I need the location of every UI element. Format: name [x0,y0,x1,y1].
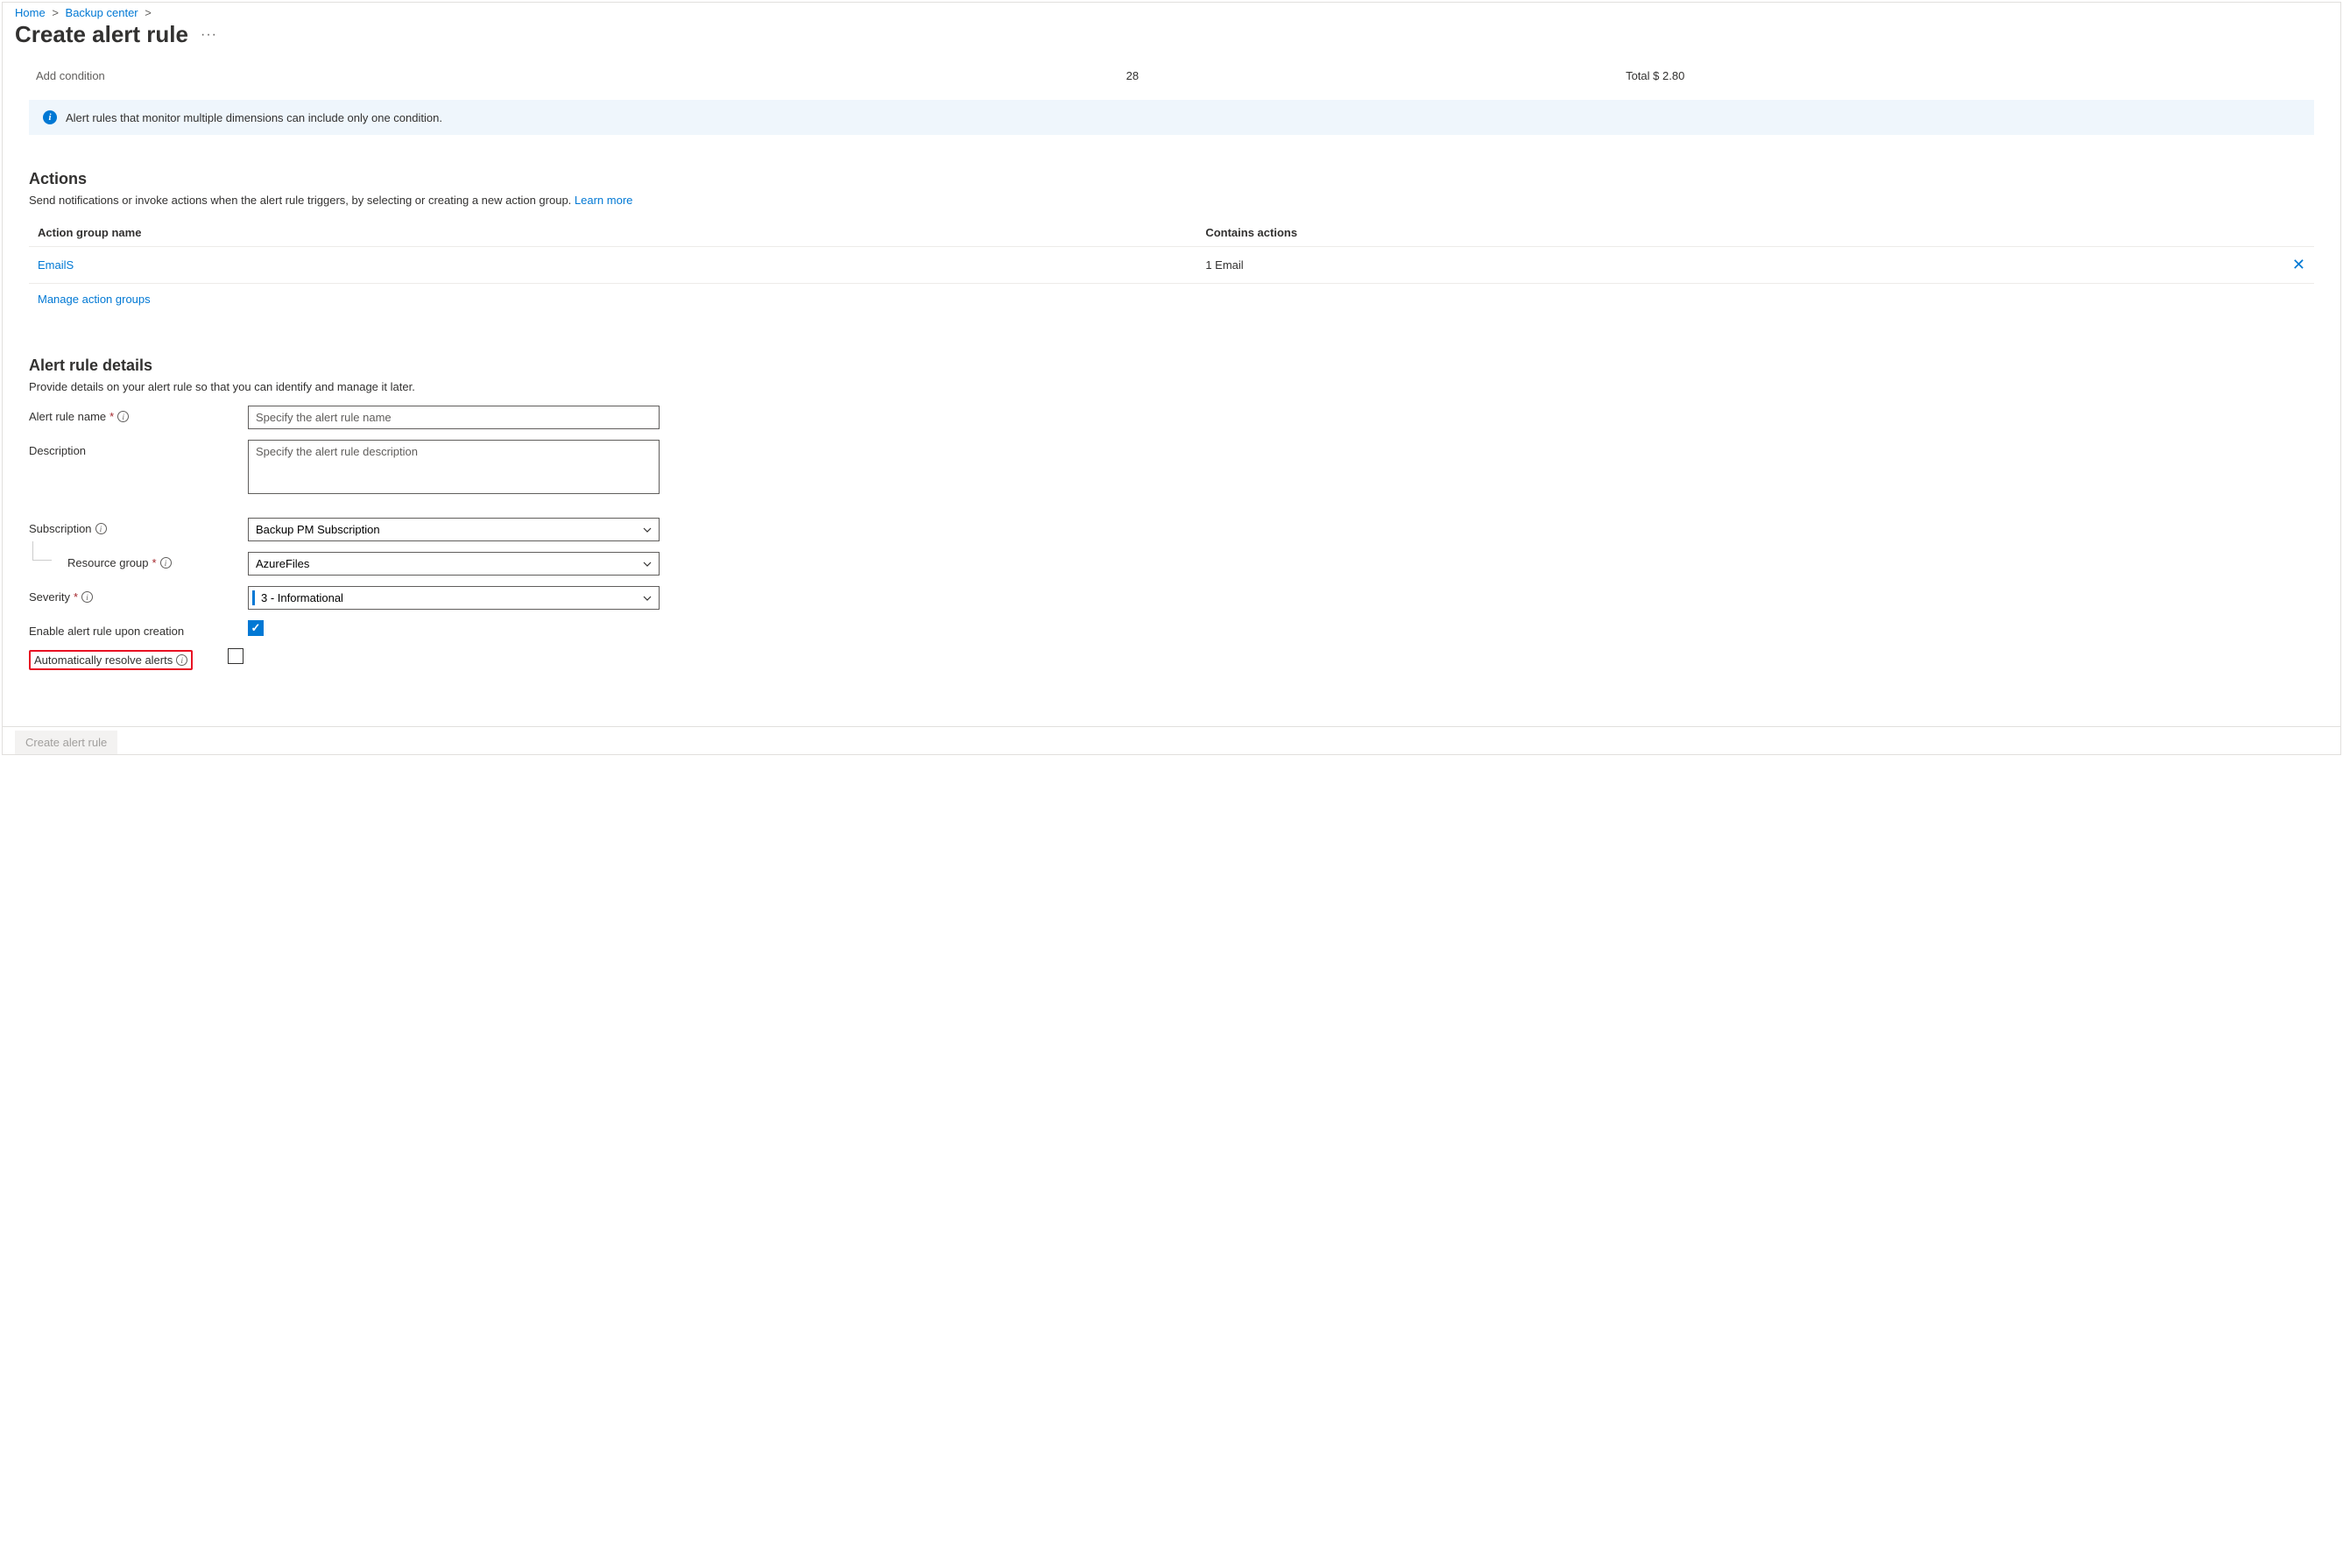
info-icon: i [43,110,57,124]
alert-rule-details-section: Alert rule details Provide details on yo… [29,357,2314,670]
col-header-name: Action group name [38,226,1205,239]
chevron-right-icon: > [52,6,59,19]
breadcrumb: Home > Backup center > [3,3,2340,19]
chevron-right-icon: > [145,6,152,19]
subscription-select[interactable] [248,518,660,541]
details-heading: Alert rule details [29,357,2314,375]
subscription-label: Subscription i [29,518,248,535]
info-banner: i Alert rules that monitor multiple dime… [29,100,2314,135]
more-icon[interactable]: ··· [201,27,217,43]
details-description: Provide details on your alert rule so th… [29,380,2314,393]
enable-upon-creation-checkbox[interactable] [248,620,264,636]
info-banner-text: Alert rules that monitor multiple dimens… [66,111,442,124]
resource-group-label: Resource group * i [29,552,248,569]
info-icon[interactable]: i [160,557,172,569]
info-icon[interactable]: i [95,523,107,534]
breadcrumb-home[interactable]: Home [15,6,46,19]
condition-row: Add condition 28 Total $ 2.80 [29,48,2314,100]
add-condition-button[interactable]: Add condition [36,69,105,82]
alert-rule-name-input[interactable] [248,406,660,429]
action-group-link[interactable]: EmailS [38,258,74,272]
page-title: Create alert rule [15,21,188,48]
col-header-contains: Contains actions [1205,226,2279,239]
close-icon[interactable]: ✕ [2292,256,2305,273]
description-label: Description [29,440,248,457]
auto-resolve-label: Automatically resolve alerts [34,653,173,667]
description-input[interactable] [248,440,660,494]
actions-learn-more-link[interactable]: Learn more [575,194,632,207]
bottom-bar: Create alert rule [3,726,2340,754]
alert-rule-name-label: Alert rule name * i [29,406,248,423]
severity-select[interactable] [248,586,660,610]
resource-group-select[interactable] [248,552,660,576]
manage-action-groups-link[interactable]: Manage action groups [38,293,151,306]
action-groups-table: Action group name Contains actions Email… [29,219,2314,314]
condition-total: Total $ 2.80 [1626,69,2307,82]
auto-resolve-checkbox[interactable] [228,648,243,664]
info-icon[interactable]: i [81,591,93,603]
actions-description: Send notifications or invoke actions whe… [29,194,2314,207]
actions-heading: Actions [29,170,2314,188]
info-icon[interactable]: i [176,654,187,666]
auto-resolve-highlight: Automatically resolve alerts i [29,650,193,670]
create-alert-rule-button[interactable]: Create alert rule [15,731,117,754]
table-row: EmailS 1 Email ✕ [29,247,2314,284]
severity-label: Severity * i [29,586,248,604]
action-group-contains: 1 Email [1205,258,2279,272]
tree-line-icon [32,541,52,561]
severity-color-bar [252,590,255,605]
breadcrumb-backup-center[interactable]: Backup center [66,6,138,19]
enable-upon-creation-label: Enable alert rule upon creation [29,620,248,638]
info-icon[interactable]: i [117,411,129,422]
condition-count: 28 [1126,69,1626,82]
actions-section: Actions Send notifications or invoke act… [29,170,2314,314]
